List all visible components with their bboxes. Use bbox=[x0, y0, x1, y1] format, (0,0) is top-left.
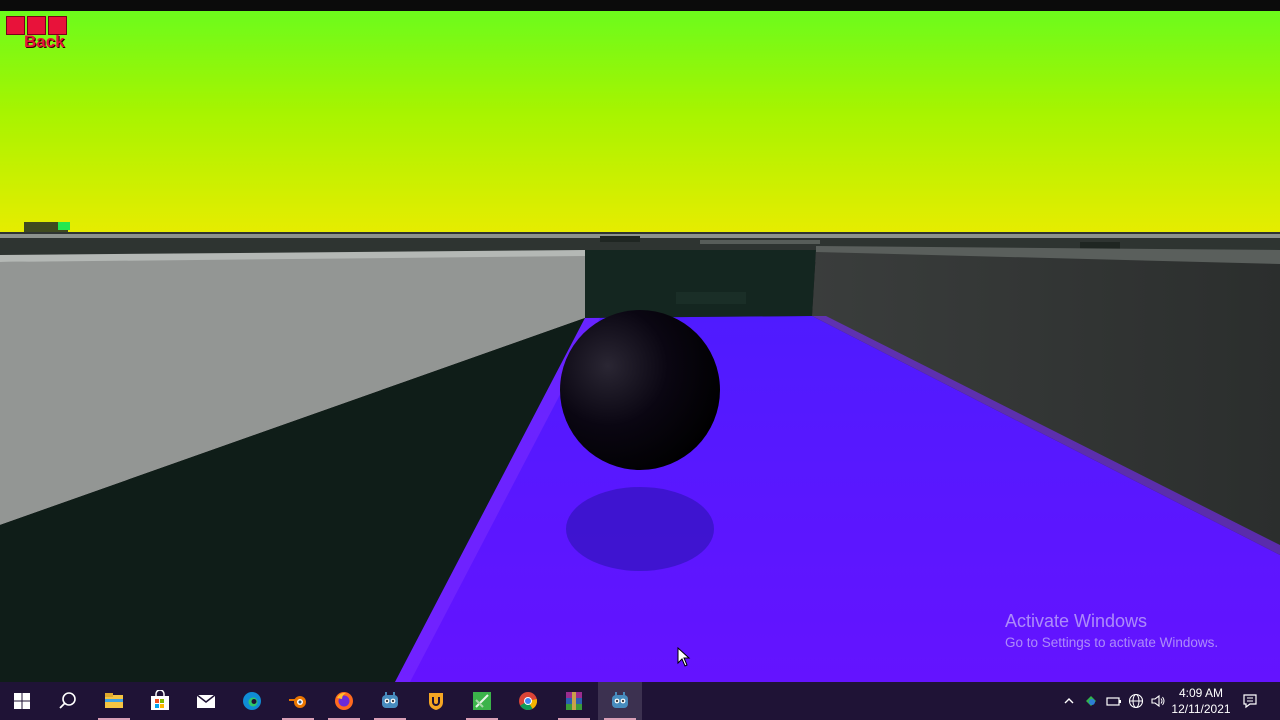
app-icon-green bbox=[473, 692, 491, 710]
winrar-icon bbox=[566, 692, 582, 710]
clock-time: 4:09 AM bbox=[1178, 686, 1224, 700]
mail-icon bbox=[196, 694, 216, 708]
start-button[interactable] bbox=[0, 682, 44, 720]
taskbar-clock[interactable]: 4:09 AM 12/11/2021 bbox=[1170, 685, 1232, 717]
file-explorer-icon bbox=[105, 693, 123, 708]
taskbar-store[interactable] bbox=[138, 682, 182, 720]
goal-marker-light bbox=[58, 222, 70, 230]
back-wall bbox=[585, 250, 816, 318]
ball-shadow bbox=[566, 487, 714, 571]
window-top-border bbox=[0, 0, 1280, 11]
hud: Back bbox=[6, 16, 70, 52]
distant-wall bbox=[700, 240, 820, 244]
search-button[interactable] bbox=[46, 682, 90, 720]
taskbar-firefox[interactable] bbox=[322, 682, 366, 720]
show-hidden-icons-button[interactable] bbox=[1060, 682, 1078, 720]
godot-active-icon bbox=[612, 692, 628, 708]
microsoft-store-icon bbox=[151, 690, 169, 710]
tray-defender[interactable] bbox=[1082, 682, 1100, 720]
taskbar-mail[interactable] bbox=[184, 682, 228, 720]
action-center-button[interactable] bbox=[1236, 682, 1264, 720]
taskbar-godot-active[interactable] bbox=[598, 682, 642, 720]
taskbar bbox=[0, 682, 1280, 720]
taskbar-edge[interactable] bbox=[230, 682, 274, 720]
back-wall-seam bbox=[676, 292, 746, 304]
tray-volume[interactable] bbox=[1148, 682, 1168, 720]
watermark-subtitle: Go to Settings to activate Windows. bbox=[1005, 635, 1219, 650]
player-ball bbox=[560, 310, 720, 470]
mouse-cursor-icon bbox=[677, 647, 691, 667]
tray-battery[interactable] bbox=[1104, 682, 1124, 720]
taskbar-godot[interactable] bbox=[368, 682, 412, 720]
firefox-icon bbox=[335, 692, 353, 710]
distant-wall bbox=[1080, 242, 1120, 249]
taskbar-chrome[interactable] bbox=[506, 682, 550, 720]
activate-windows-watermark: Activate Windows Go to Settings to activ… bbox=[1005, 611, 1218, 652]
watermark-title: Activate Windows bbox=[1005, 611, 1148, 631]
taskbar-unity-hub[interactable] bbox=[414, 682, 458, 720]
search-icon bbox=[59, 692, 76, 709]
blender-icon bbox=[289, 696, 306, 708]
unity-hub-icon bbox=[429, 693, 443, 710]
life-box bbox=[6, 16, 25, 35]
battery-icon bbox=[1106, 697, 1121, 706]
taskbar-blender[interactable] bbox=[276, 682, 320, 720]
edge-icon bbox=[243, 692, 261, 710]
chevron-up-icon bbox=[1064, 698, 1074, 704]
taskbar-winrar[interactable] bbox=[552, 682, 596, 720]
clock-date: 12/11/2021 bbox=[1171, 702, 1231, 716]
speaker-icon bbox=[1151, 694, 1165, 708]
taskbar-file-explorer[interactable] bbox=[92, 682, 136, 720]
shield-status-icon bbox=[1086, 696, 1096, 706]
globe-network-icon bbox=[1128, 693, 1144, 709]
windows-logo-icon bbox=[14, 693, 30, 709]
sky bbox=[0, 11, 1280, 236]
godot-icon bbox=[382, 692, 398, 708]
chrome-icon bbox=[519, 692, 538, 711]
taskbar-green-app[interactable] bbox=[460, 682, 504, 720]
tray-network[interactable] bbox=[1126, 682, 1146, 720]
distant-wall bbox=[600, 236, 640, 242]
back-button[interactable]: Back bbox=[24, 32, 65, 52]
notification-icon bbox=[1243, 694, 1257, 709]
